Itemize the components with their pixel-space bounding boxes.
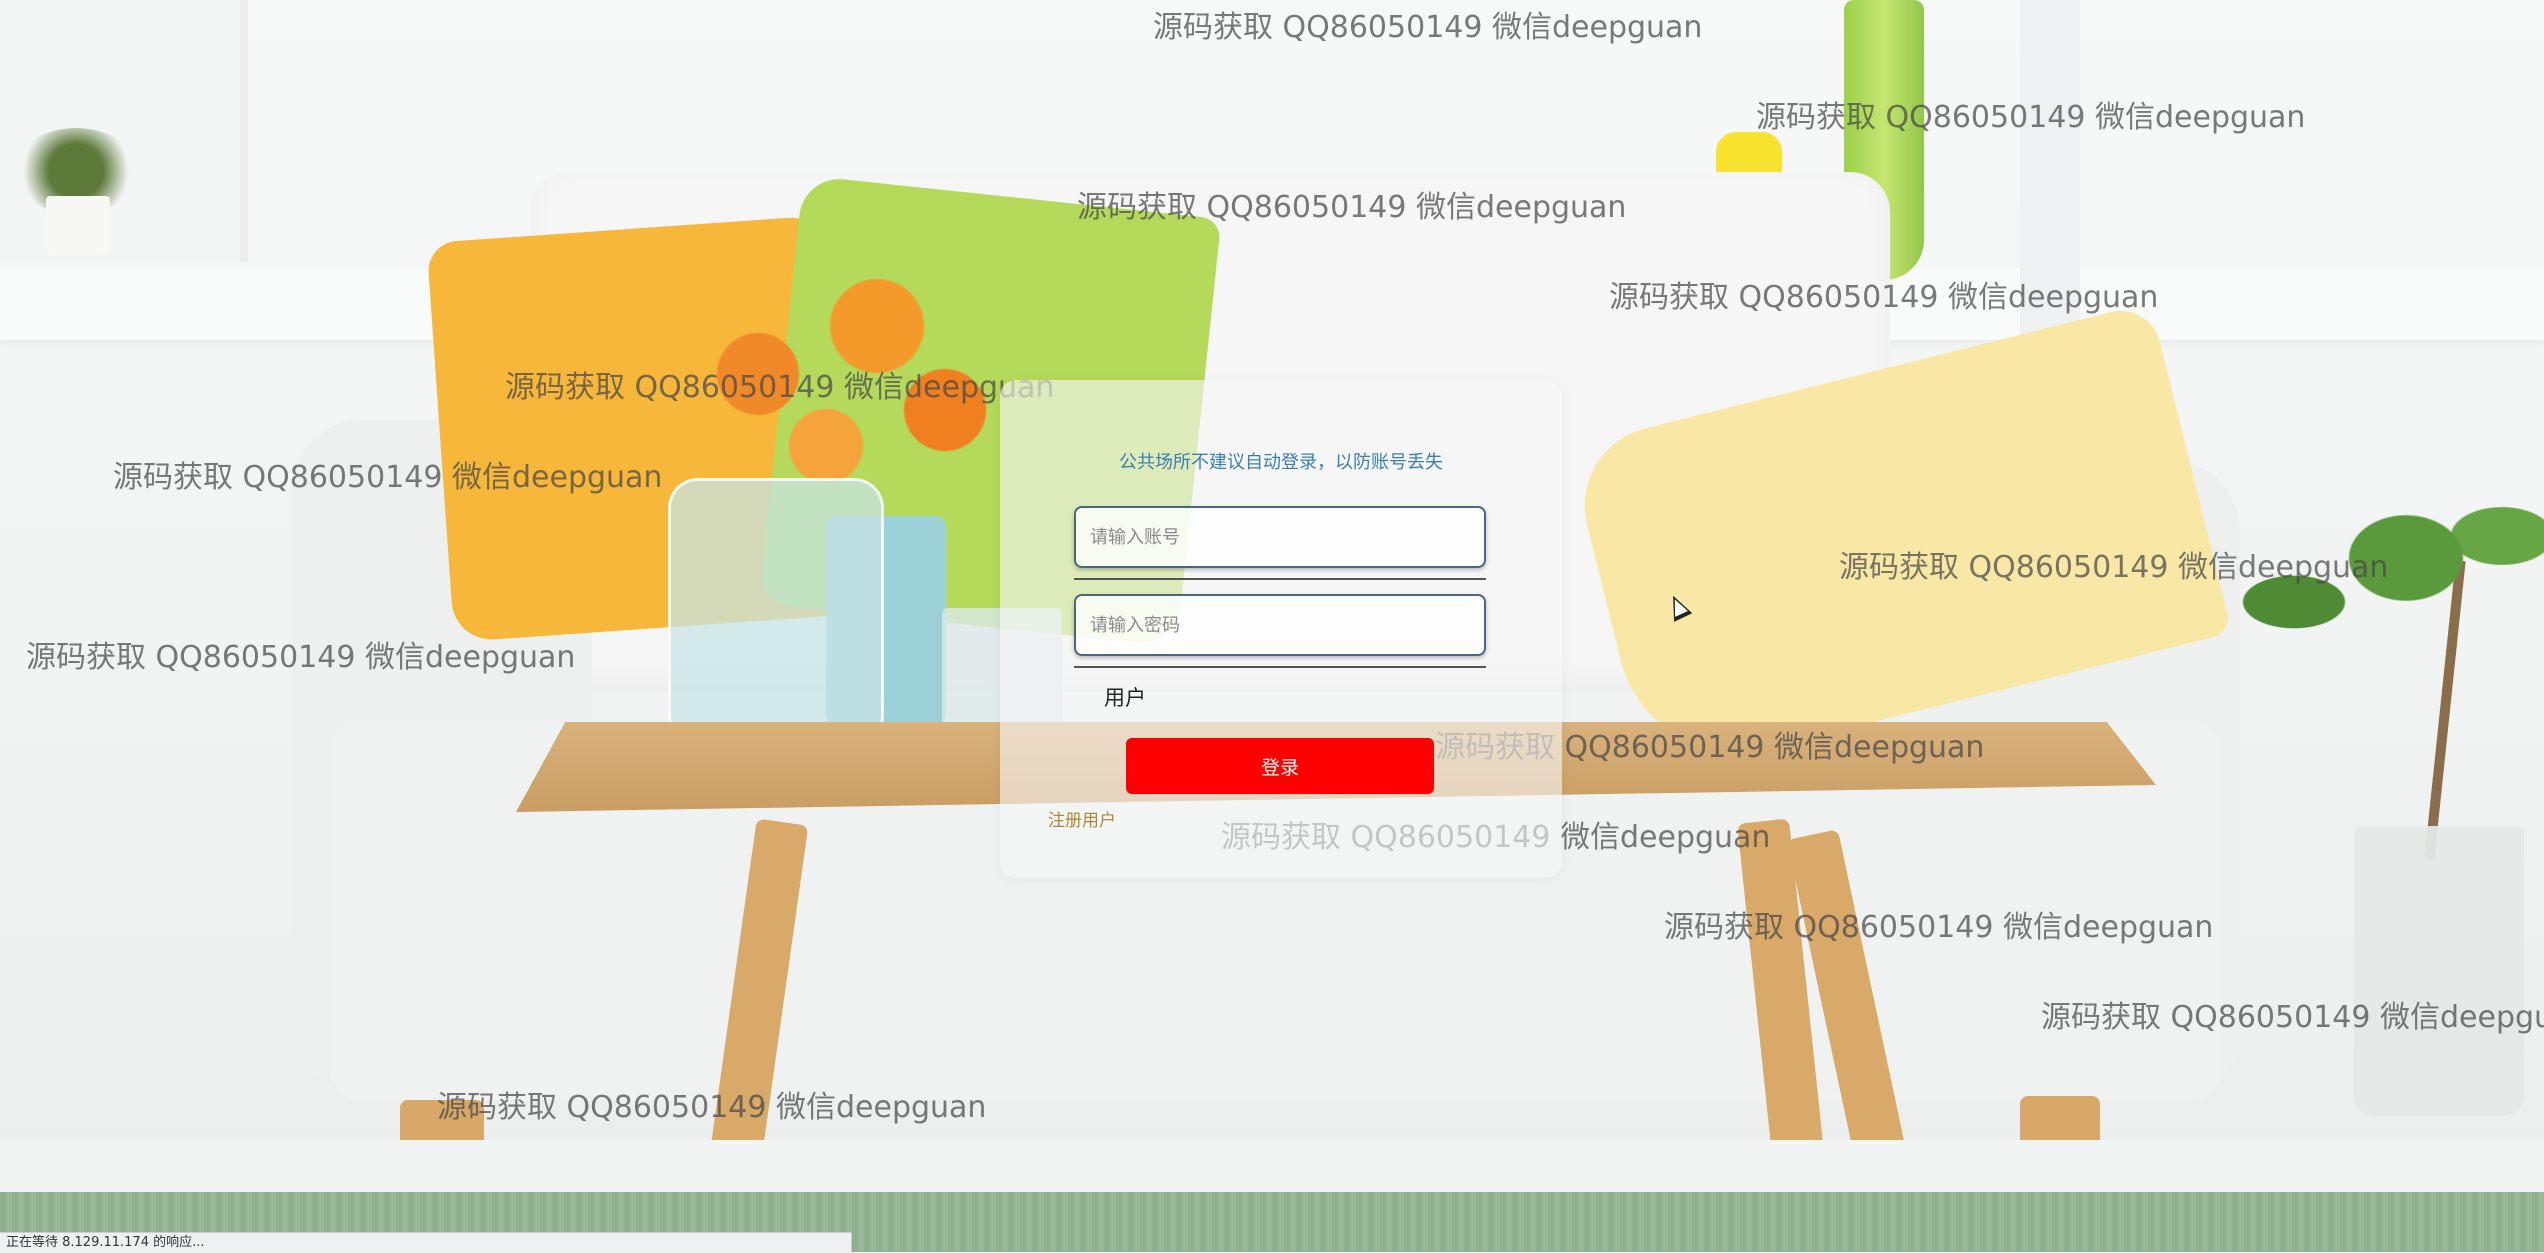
floor: [0, 1140, 2544, 1200]
register-link[interactable]: 注册用户: [1048, 806, 1116, 831]
window-frame: [0, 0, 248, 262]
plant-leaves: [2230, 470, 2544, 690]
browser-status-bar: 正在等待 8.129.11.174 的响应...: [0, 1232, 852, 1252]
username-field-wrap: [1074, 506, 1486, 580]
password-field-wrap: [1074, 594, 1486, 668]
plant-pot: [2354, 826, 2524, 1116]
pillar: [2020, 0, 2080, 360]
username-input[interactable]: [1074, 506, 1486, 568]
login-button[interactable]: 登录: [1126, 738, 1434, 794]
login-panel: 公共场所不建议自动登录，以防账号丢失 用户 登录 注册用户: [1000, 380, 1562, 878]
password-underline: [1074, 666, 1486, 668]
small-plant-pot: [46, 196, 110, 256]
password-input[interactable]: [1074, 594, 1486, 656]
login-tip: 公共场所不建议自动登录，以防账号丢失: [1119, 452, 1443, 473]
role-user-option[interactable]: 用户: [1104, 682, 1146, 712]
username-underline: [1074, 578, 1486, 580]
